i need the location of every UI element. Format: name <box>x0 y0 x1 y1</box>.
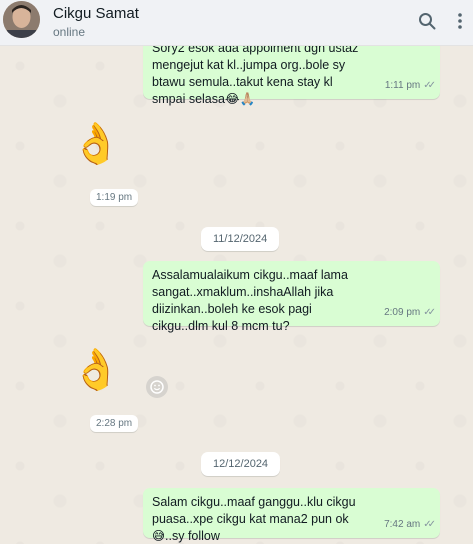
message-meta: 7:42 am ✓✓ <box>384 516 436 533</box>
emoji-reaction-icon[interactable] <box>146 376 168 398</box>
read-ticks-icon: ✓✓ <box>423 519 436 530</box>
message-time: 2:09 pm <box>384 307 421 318</box>
sticker-time: 2:28 pm <box>90 415 139 432</box>
message-time: 7:42 am <box>384 519 421 530</box>
read-ticks-icon: ✓✓ <box>423 80 436 91</box>
message-text: Assalamualaikum cikgu..maaf lama sangat.… <box>152 268 348 333</box>
avatar[interactable] <box>3 1 40 38</box>
ok-hand-icon: 👌 <box>71 122 121 166</box>
message-time: 1:11 pm <box>384 80 421 91</box>
date-separator: 11/12/2024 <box>201 227 280 251</box>
date-separator: 12/12/2024 <box>201 452 281 476</box>
sticker-time: 1:19 pm <box>90 189 139 206</box>
outgoing-message[interactable]: Sory2 esok ada appoiment dgn ustaz menge… <box>143 46 440 106</box>
sticker-message[interactable]: 👌 <box>71 346 121 394</box>
outgoing-message[interactable]: Salam cikgu..maaf ganggu..klu cikgu puas… <box>143 488 440 543</box>
sticker-message[interactable]: 👌 <box>71 120 121 168</box>
message-list[interactable]: Sory2 esok ada appoiment dgn ustaz menge… <box>0 46 473 544</box>
message-meta: 1:11 pm ✓✓ <box>384 77 436 94</box>
outgoing-message[interactable]: Assalamualaikum cikgu..maaf lama sangat.… <box>143 261 440 333</box>
ok-hand-icon: 👌 <box>71 348 121 392</box>
message-meta: 2:09 pm ✓✓ <box>384 304 436 321</box>
contact-name[interactable]: Cikgu Samat <box>53 5 139 22</box>
read-ticks-icon: ✓✓ <box>423 307 436 318</box>
search-icon[interactable] <box>416 10 438 32</box>
contact-status: online <box>53 25 86 39</box>
chat-header: Cikgu Samat online <box>0 0 473 46</box>
more-vertical-icon[interactable] <box>449 10 471 32</box>
